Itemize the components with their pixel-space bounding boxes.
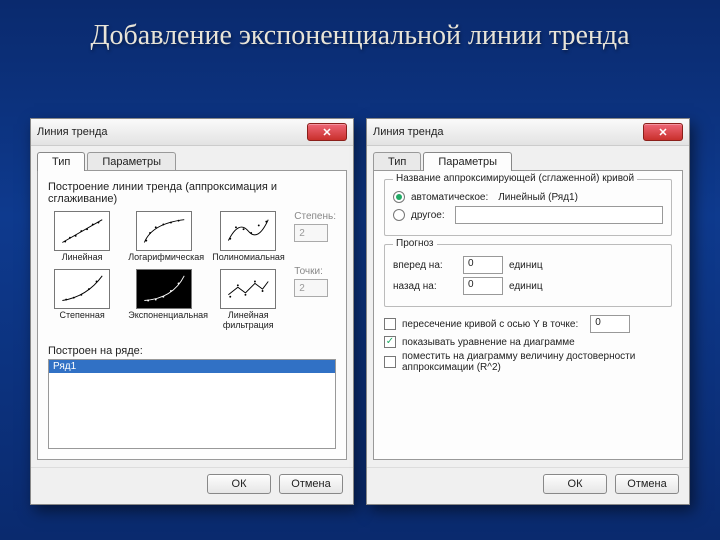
close-icon: ✕ <box>322 126 331 139</box>
other-name-input[interactable] <box>455 206 663 224</box>
close-button[interactable]: ✕ <box>643 123 683 141</box>
trend-label-poly: Полиномиальная <box>212 253 284 263</box>
ok-button[interactable]: ОК <box>543 474 607 494</box>
ok-button[interactable]: ОК <box>207 474 271 494</box>
trend-label-movavg: Линейная фильтрация <box>212 311 284 331</box>
points-spinner[interactable]: 2 <box>294 279 328 297</box>
intercept-input[interactable]: 0 <box>590 315 630 333</box>
trend-type-movavg[interactable] <box>220 269 276 309</box>
name-group-legend: Название аппроксимирующей (сглаженной) к… <box>393 173 637 184</box>
auto-name-label: автоматическое: <box>411 192 488 203</box>
radio-other-name[interactable] <box>393 209 405 221</box>
built-on-label: Построен на ряде: <box>48 345 336 357</box>
intercept-label: пересечение кривой с осью Y в точке: <box>402 319 578 330</box>
forecast-group: Прогноз вперед на: 0 единиц назад на: 0 … <box>384 244 672 307</box>
check-intercept[interactable] <box>384 318 396 330</box>
trend-label-linear: Линейная <box>62 253 103 263</box>
other-name-label: другое: <box>411 210 445 221</box>
trend-type-poly[interactable] <box>220 211 276 251</box>
forecast-group-legend: Прогноз <box>393 238 437 249</box>
show-equation-label: показывать уравнение на диаграмме <box>402 337 575 348</box>
degree-label: Степень: <box>294 211 336 222</box>
backward-units: единиц <box>509 281 543 292</box>
tabs: Тип Параметры <box>367 146 689 171</box>
tab-params[interactable]: Параметры <box>87 152 176 171</box>
slide-title: Добавление экспоненциальной линии тренда <box>0 0 720 53</box>
titlebar: Линия тренда ✕ <box>31 119 353 146</box>
forward-units: единиц <box>509 260 543 271</box>
name-group: Название аппроксимирующей (сглаженной) к… <box>384 179 672 236</box>
close-icon: ✕ <box>658 126 667 139</box>
degree-spinner[interactable]: 2 <box>294 224 328 242</box>
titlebar: Линия тренда ✕ <box>367 119 689 146</box>
trend-label-log: Логарифмическая <box>128 253 200 263</box>
backward-input[interactable]: 0 <box>463 277 503 295</box>
forward-input[interactable]: 0 <box>463 256 503 274</box>
trend-type-power[interactable] <box>54 269 110 309</box>
trendline-dialog-params: Линия тренда ✕ Тип Параметры Название ап… <box>366 118 690 505</box>
check-show-equation[interactable] <box>384 336 396 348</box>
radio-auto-name[interactable] <box>393 191 405 203</box>
tab-page-params: Название аппроксимирующей (сглаженной) к… <box>373 170 683 460</box>
trend-type-log[interactable] <box>136 211 192 251</box>
tab-type[interactable]: Тип <box>373 152 421 171</box>
points-label: Точки: <box>294 266 336 277</box>
series-listbox[interactable]: Ряд1 <box>48 359 336 449</box>
series-item[interactable]: Ряд1 <box>49 360 335 373</box>
dialog-title: Линия тренда <box>37 126 107 138</box>
forward-label: вперед на: <box>393 260 457 271</box>
tabs: Тип Параметры <box>31 146 353 171</box>
close-button[interactable]: ✕ <box>307 123 347 141</box>
backward-label: назад на: <box>393 281 457 292</box>
tab-type[interactable]: Тип <box>37 152 85 171</box>
trendline-dialog-type: Линия тренда ✕ Тип Параметры Построение … <box>30 118 354 505</box>
cancel-button[interactable]: Отмена <box>615 474 679 494</box>
cancel-button[interactable]: Отмена <box>279 474 343 494</box>
auto-name-value: Линейный (Ряд1) <box>498 192 578 203</box>
tab-page-type: Построение линии тренда (аппроксимация и… <box>37 170 347 460</box>
check-show-r2[interactable] <box>384 356 396 368</box>
trend-type-exp[interactable] <box>136 269 192 309</box>
show-r2-label: поместить на диаграмму величину достовер… <box>402 351 672 373</box>
tab-params[interactable]: Параметры <box>423 152 512 171</box>
section-label: Построение линии тренда (аппроксимация и… <box>48 181 336 205</box>
trend-label-power: Степенная <box>60 311 105 321</box>
trend-label-exp: Экспоненциальная <box>128 311 200 321</box>
dialog-title: Линия тренда <box>373 126 443 138</box>
trend-type-linear[interactable] <box>54 211 110 251</box>
